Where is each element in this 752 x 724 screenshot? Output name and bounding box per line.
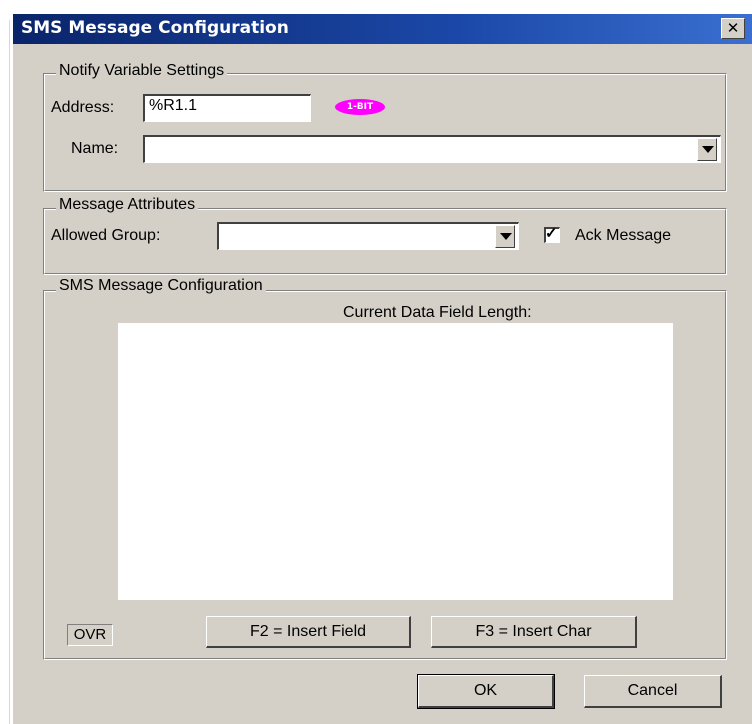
close-icon: ✕	[726, 19, 740, 37]
address-label: Address:	[51, 99, 115, 116]
checkmark-icon: ✓	[545, 225, 558, 242]
name-dropdown-arrow[interactable]	[697, 138, 717, 161]
window-title: SMS Message Configuration	[21, 18, 289, 38]
ack-message-label[interactable]: Ack Message	[575, 227, 671, 245]
name-dropdown[interactable]	[143, 135, 721, 163]
cancel-button[interactable]: Cancel	[584, 675, 722, 708]
message-textarea[interactable]	[118, 323, 673, 600]
notify-variable-group	[43, 73, 727, 192]
ok-button[interactable]: OK	[417, 674, 555, 709]
address-input[interactable]: %R1.1	[143, 94, 311, 122]
notify-variable-group-label: Notify Variable Settings	[56, 62, 228, 80]
background-divider	[9, 20, 10, 724]
name-label: Name:	[71, 140, 119, 157]
allowed-group-label: Allowed Group:	[51, 227, 161, 244]
dialog-window: SMS Message Configuration ✕ Notify Varia…	[12, 14, 752, 724]
background-left	[0, 0, 12, 724]
ack-message-checkbox[interactable]: ✓	[544, 225, 560, 243]
bit-size-badge-text: 1-BIT	[346, 102, 374, 112]
overwrite-indicator: OVR	[67, 624, 113, 646]
chevron-down-icon	[500, 233, 512, 240]
bit-size-badge: 1-BIT	[335, 99, 385, 115]
current-length-label: Current Data Field Length:	[343, 304, 532, 321]
allowed-group-dropdown[interactable]	[217, 222, 519, 250]
title-bar[interactable]: SMS Message Configuration ✕	[13, 14, 752, 44]
allowed-group-dropdown-arrow[interactable]	[495, 225, 515, 248]
insert-field-button[interactable]: F2 = Insert Field	[206, 616, 411, 648]
insert-char-button[interactable]: F3 = Insert Char	[431, 616, 637, 648]
chevron-down-icon	[702, 146, 714, 153]
close-button[interactable]: ✕	[721, 18, 745, 39]
message-attributes-group-label: Message Attributes	[56, 196, 199, 214]
sms-config-group-label: SMS Message Configuration	[56, 277, 266, 295]
background-top	[0, 0, 752, 14]
